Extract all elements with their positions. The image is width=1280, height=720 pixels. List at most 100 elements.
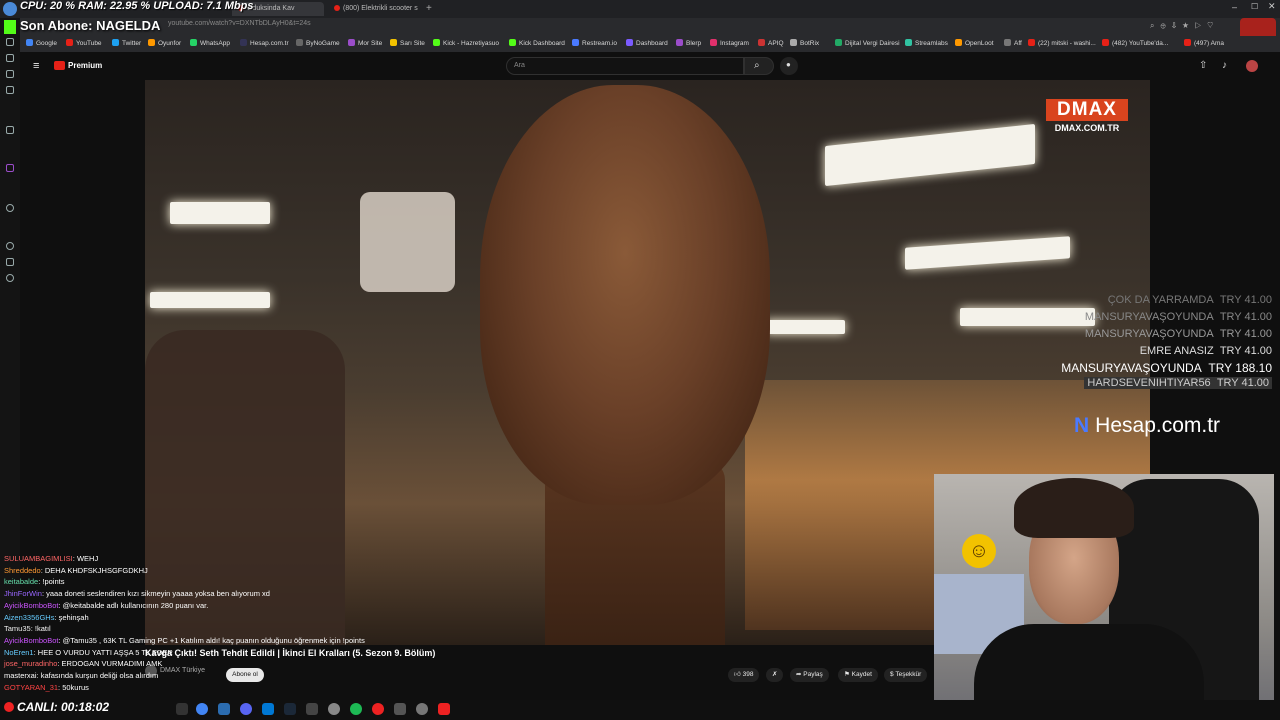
chat-message: Aizen3356GHs: şehinşah — [4, 612, 89, 622]
taskbar-app-icon[interactable] — [262, 703, 274, 715]
taskbar-app-icon[interactable] — [372, 703, 384, 715]
sidebar-icon[interactable] — [6, 126, 14, 134]
chat-text: ERDOGAN VURMADIMI AMK — [61, 659, 163, 669]
chat-username[interactable]: Tamu35 — [4, 624, 31, 633]
bookmark[interactable]: (497) Ama — [1184, 39, 1224, 47]
new-tab-button[interactable]: + — [426, 3, 432, 14]
chat-message: masterxai: kafasında kurşun deliği olsa … — [4, 671, 159, 681]
donation-entry: MANSURYAVAŞOYUNDA TRY 188.10 — [1061, 361, 1272, 375]
sidebar-icon[interactable] — [6, 54, 14, 62]
search-button[interactable]: ⌕ — [744, 57, 774, 75]
chat-username[interactable]: AyicikBomboBot — [4, 601, 58, 610]
ceiling-light — [170, 202, 270, 224]
sidebar-icon[interactable] — [6, 164, 14, 172]
chat-username[interactable]: AyicikBomboBot — [4, 636, 58, 645]
sidebar-icon[interactable] — [6, 258, 14, 266]
bookmark[interactable]: APIQ — [758, 39, 784, 47]
minimize-icon[interactable]: – — [1232, 2, 1237, 12]
obs-icon[interactable] — [328, 703, 340, 715]
account-avatar[interactable] — [1246, 60, 1258, 72]
notifications-icon[interactable]: ♪ — [1222, 60, 1227, 71]
share-icon: ➦ — [796, 671, 802, 678]
close-icon[interactable]: ✕ — [1268, 1, 1276, 12]
donation-amount: TRY 188.10 — [1208, 361, 1272, 375]
voice-search-button[interactable]: ● — [780, 57, 798, 75]
taskbar-app-icon[interactable] — [176, 703, 188, 715]
bookmark[interactable]: Dijital Vergi Dairesi — [835, 39, 900, 47]
taskbar-app-icon[interactable] — [438, 703, 450, 715]
extension-icons[interactable]: ⌕⊕⇩★▷♡ — [1150, 21, 1219, 31]
bookmark[interactable]: Dashboard — [626, 39, 668, 47]
chat-text: @keitabalde adlı kullanıcının 280 puanı … — [62, 600, 209, 610]
bookmark[interactable]: OpenLoot — [955, 39, 994, 47]
streamer-hair — [1014, 478, 1134, 538]
sidebar-icon[interactable] — [6, 86, 14, 94]
url-field[interactable]: youtube.com/watch?v=DXNTbDLAyH0&t=24s — [168, 20, 311, 27]
bookmark[interactable]: Hesap.com.tr — [240, 39, 289, 47]
like-button[interactable]: 👍︎ 398 — [728, 668, 760, 682]
settings-icon[interactable] — [416, 703, 428, 715]
dmax-url: DMAX.COM.TR — [1054, 123, 1120, 133]
search-icon: ⌕ — [754, 60, 760, 71]
bookmark[interactable]: Instagram — [710, 39, 749, 47]
sidebar-icon[interactable] — [6, 70, 14, 78]
upload-icon[interactable]: ⇧ — [1199, 60, 1207, 71]
bookmark[interactable]: YouTube — [66, 39, 102, 47]
youtube-logo-icon[interactable] — [54, 61, 65, 70]
bookmark[interactable]: (22) mitski - washi... — [1028, 39, 1096, 47]
sidebar-icon[interactable] — [6, 38, 14, 46]
chat-username[interactable]: jose_muradinho — [4, 659, 57, 668]
menu-icon[interactable]: ≡ — [33, 60, 39, 72]
taskbar-app-icon[interactable] — [306, 703, 318, 715]
bookmark[interactable]: Blerp — [676, 39, 701, 47]
browser-tab[interactable]: (800) Elektrikli scooter s — [328, 2, 420, 16]
taskbar-app-icon[interactable] — [218, 703, 230, 715]
chat-username[interactable]: masterxai — [4, 671, 37, 680]
chat-username[interactable]: NoEren1 — [4, 648, 34, 657]
chat-username[interactable]: Shreddedo — [4, 566, 41, 575]
save-button[interactable]: ⚑ Kaydet — [838, 668, 878, 682]
chat-text: şehinşah — [58, 612, 89, 622]
bookmark[interactable]: Aff — [1004, 39, 1022, 47]
chat-username[interactable]: Aizen3356GHs — [4, 613, 54, 622]
chat-message: AyicikBomboBot: @keitabalde adlı kullanı… — [4, 600, 209, 610]
bookmark[interactable]: Twitter — [112, 39, 141, 47]
chat-username[interactable]: JhinForWin — [4, 589, 42, 598]
bookmark[interactable]: Kick Dashboard — [509, 39, 565, 47]
bookmark[interactable]: BotRix — [790, 39, 819, 47]
thanks-button[interactable]: $ Teşekkür — [884, 668, 928, 682]
bookmark[interactable]: Streamlabs — [905, 39, 948, 47]
maximize-icon[interactable]: ☐ — [1251, 2, 1258, 11]
chat-text: !points — [42, 577, 65, 587]
search-input[interactable]: Ara — [506, 57, 744, 75]
bookmark[interactable]: WhatsApp — [190, 39, 230, 47]
settings-icon[interactable] — [6, 274, 14, 282]
donation-amount: TRY 41.00 — [1216, 377, 1269, 389]
sidebar-icon[interactable] — [6, 204, 14, 212]
donation-entry: ÇOK DA YARRAMDA TRY 41.00 — [1108, 294, 1272, 306]
spotify-icon[interactable] — [350, 703, 362, 715]
bookmark[interactable]: Kick - Hazretiyasuo — [433, 39, 499, 47]
dislike-button[interactable]: ✗ — [766, 668, 784, 682]
bookmark[interactable]: Google — [26, 39, 57, 47]
ceiling-light — [765, 320, 845, 334]
emoji-pillow-icon: ☺ — [962, 534, 996, 568]
chrome-icon[interactable] — [196, 703, 208, 715]
steam-icon[interactable] — [284, 703, 296, 715]
youtube-premium-logo[interactable]: Premium — [68, 61, 102, 70]
bookmark[interactable]: (482) YouTube'da... — [1102, 39, 1168, 47]
bookmark[interactable]: Restream.io — [572, 39, 617, 47]
bookmark[interactable]: Sarı Site — [390, 39, 425, 47]
share-button[interactable]: ➦ Paylaş — [790, 668, 829, 682]
bookmark[interactable]: ByNoGame — [296, 39, 340, 47]
discord-icon[interactable] — [240, 703, 252, 715]
chat-username[interactable]: SULUAMBAGIMLISI — [4, 554, 73, 563]
chat-username[interactable]: GOTYARAN_31 — [4, 683, 58, 692]
taskbar-app-icon[interactable] — [394, 703, 406, 715]
chat-text: HEE O VURDU YATTI AŞŞA 5 TL EDER — [37, 647, 173, 657]
bookmark[interactable]: Mor Site — [348, 39, 382, 47]
chat-username[interactable]: keitabalde — [4, 577, 38, 586]
donation-amount: TRY 41.00 — [1219, 294, 1272, 306]
bookmark[interactable]: Oyunfor — [148, 39, 181, 47]
sidebar-icon[interactable] — [6, 242, 14, 250]
